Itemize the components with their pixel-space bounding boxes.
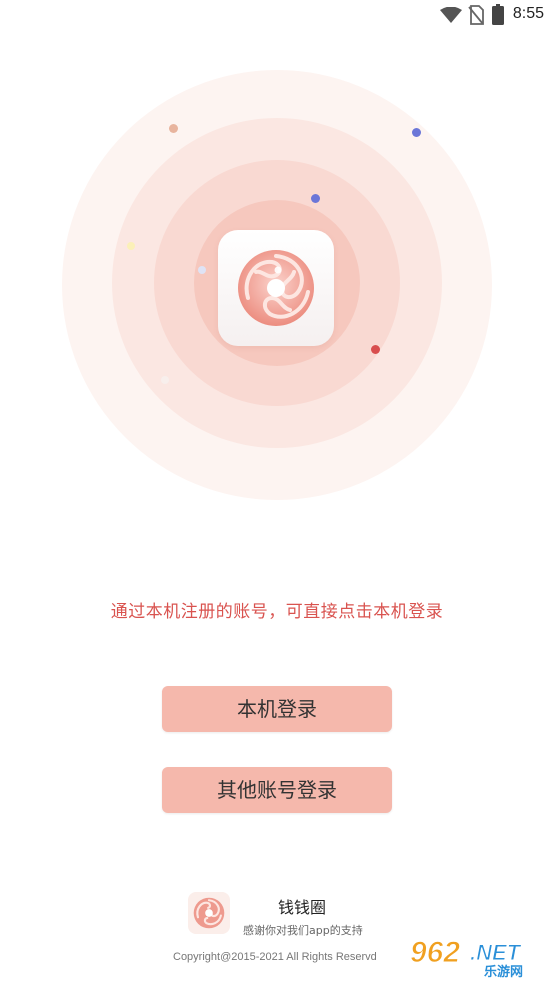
- swirl-logo-icon: [238, 250, 314, 326]
- swirl-logo-icon: [193, 897, 225, 929]
- decor-dot: [169, 124, 178, 133]
- status-time: 8:55: [512, 5, 544, 22]
- decor-dot: [412, 128, 421, 137]
- site-watermark: 962 .NET 乐游网: [410, 936, 524, 979]
- app-icon: [218, 230, 334, 346]
- decor-dot: [198, 266, 206, 274]
- decor-dot: [371, 345, 380, 354]
- footer-app-name: 钱钱圈: [278, 898, 327, 917]
- decor-dot: [311, 194, 320, 203]
- hero-rings: [62, 70, 492, 500]
- watermark-suffix: .NET: [470, 940, 522, 965]
- login-hint: 通过本机注册的账号，可直接点击本机登录: [110, 602, 444, 622]
- wifi-icon: [440, 7, 462, 23]
- copyright: Copyright@2015-2021 All Rights Reservd: [173, 951, 377, 963]
- battery-icon: [492, 4, 504, 25]
- no-sim-icon: [468, 5, 484, 25]
- watermark-brand: 962: [410, 936, 460, 969]
- footer-thanks: 感谢你对我们app的支持: [243, 924, 363, 937]
- decor-dot: [127, 242, 135, 250]
- local-login-button[interactable]: 本机登录: [162, 686, 392, 732]
- footer-app-logo: [188, 892, 230, 934]
- decor-dot: [161, 376, 169, 384]
- watermark-sub: 乐游网: [484, 964, 523, 978]
- other-account-login-button[interactable]: 其他账号登录: [162, 767, 392, 813]
- status-bar: 8:55: [0, 0, 554, 30]
